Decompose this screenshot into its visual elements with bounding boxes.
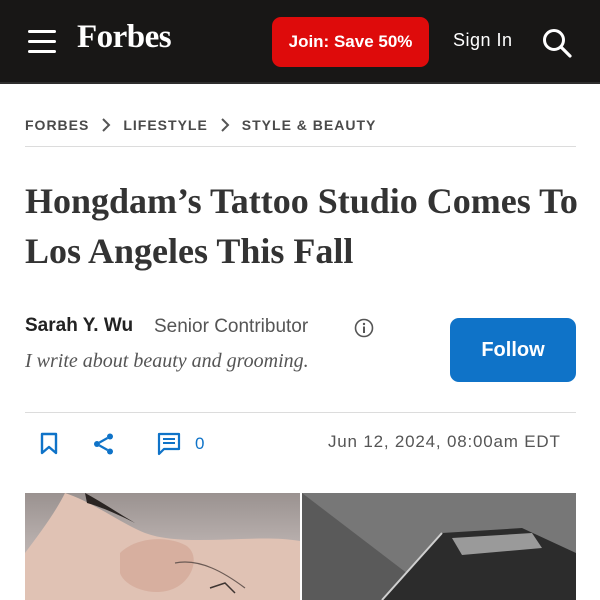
forbes-logo[interactable]: Forbes	[77, 19, 172, 56]
bookmark-icon[interactable]	[39, 432, 59, 456]
author-bio: I write about beauty and grooming.	[25, 350, 309, 372]
breadcrumb-item-style-beauty[interactable]: STYLE & BEAUTY	[242, 117, 377, 133]
menu-icon[interactable]	[28, 30, 56, 54]
sign-in-link[interactable]: Sign In	[453, 30, 513, 51]
breadcrumb-item-lifestyle[interactable]: LIFESTYLE	[123, 117, 207, 133]
studio-interior-photo	[302, 493, 576, 600]
comment-count[interactable]: 0	[195, 434, 204, 454]
author-divider	[25, 412, 576, 413]
top-nav-bar: Forbes Join: Save 50% Sign In	[0, 0, 600, 84]
info-icon[interactable]	[354, 318, 374, 338]
search-icon[interactable]	[541, 27, 573, 59]
chevron-right-icon	[220, 118, 230, 132]
breadcrumb-divider	[25, 146, 576, 147]
share-icon[interactable]	[92, 432, 116, 456]
breadcrumb-item-forbes[interactable]: FORBES	[25, 117, 89, 133]
article-title: Hongdam’s Tattoo Studio Comes To Los Ang…	[25, 181, 578, 271]
follow-button[interactable]: Follow	[450, 318, 576, 382]
author-name[interactable]: Sarah Y. Wu	[25, 315, 133, 337]
publish-date: Jun 12, 2024, 08:00am EDT	[328, 432, 561, 451]
author-role: Senior Contributor	[154, 316, 309, 337]
chevron-right-icon	[101, 118, 111, 132]
comment-icon[interactable]	[157, 432, 181, 456]
join-button[interactable]: Join: Save 50%	[272, 17, 429, 67]
breadcrumb: FORBES LIFESTYLE STYLE & BEAUTY	[25, 116, 376, 134]
shoulder-tattoo-photo	[25, 493, 300, 600]
